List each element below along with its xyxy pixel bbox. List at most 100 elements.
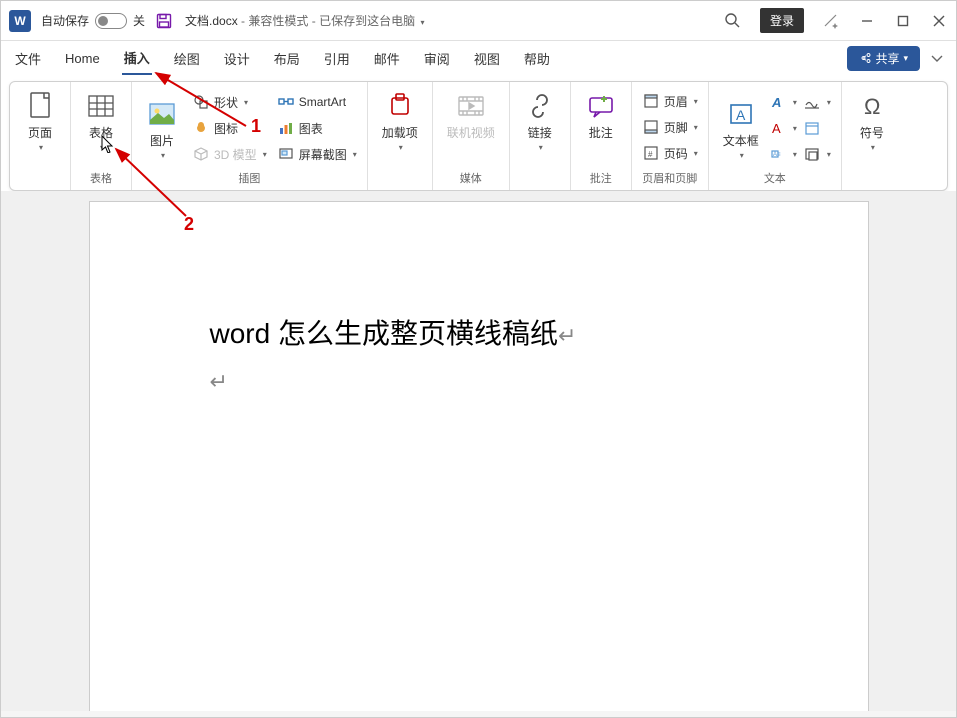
quickparts-button[interactable]: A≡▾ bbox=[769, 141, 797, 167]
tab-review[interactable]: 审阅 bbox=[422, 43, 452, 74]
svg-text:A: A bbox=[771, 95, 781, 110]
autosave-toggle[interactable]: 自动保存 关 bbox=[41, 12, 145, 29]
group-page: 页面 ▾ bbox=[10, 82, 71, 190]
tab-layout[interactable]: 布局 bbox=[272, 43, 302, 74]
chevron-down-icon: ▾ bbox=[740, 151, 744, 160]
autosave-label: 自动保存 bbox=[41, 12, 89, 29]
wordart-icon: A bbox=[769, 93, 787, 111]
footer-button[interactable]: 页脚▾ bbox=[642, 114, 698, 140]
tab-draw[interactable]: 绘图 bbox=[172, 43, 202, 74]
signature-icon bbox=[803, 93, 821, 111]
chevron-down-icon: ▾ bbox=[399, 143, 403, 152]
autosave-state: 关 bbox=[133, 12, 145, 29]
3d-icon bbox=[192, 145, 210, 163]
svg-text:#: # bbox=[648, 150, 653, 159]
link-icon bbox=[524, 90, 556, 122]
icons-button[interactable]: 图标 bbox=[192, 115, 267, 141]
svg-text:A≡: A≡ bbox=[773, 152, 781, 158]
comment-button[interactable]: 批注 bbox=[581, 88, 621, 143]
group-addins: 加载项 ▾ bbox=[368, 82, 433, 190]
date-button[interactable] bbox=[803, 115, 831, 141]
minimize-icon[interactable] bbox=[858, 12, 876, 30]
close-icon[interactable] bbox=[930, 12, 948, 30]
tab-file[interactable]: 文件 bbox=[13, 43, 43, 74]
shapes-button[interactable]: 形状▾ bbox=[192, 89, 267, 115]
toggle-switch-icon[interactable] bbox=[95, 13, 127, 29]
mic-sparkle-icon[interactable] bbox=[822, 12, 840, 30]
quickparts-icon: A≡ bbox=[769, 145, 787, 163]
login-button[interactable]: 登录 bbox=[760, 8, 804, 33]
tab-mailings[interactable]: 邮件 bbox=[372, 43, 402, 74]
symbol-button[interactable]: Ω 符号 ▾ bbox=[852, 88, 892, 154]
tab-view[interactable]: 视图 bbox=[472, 43, 502, 74]
share-button[interactable]: 共享▾ bbox=[847, 46, 920, 71]
icons-icon bbox=[192, 119, 210, 137]
tab-design[interactable]: 设计 bbox=[222, 43, 252, 74]
document-area[interactable]: word 怎么生成整页横线稿纸↵ ↵ bbox=[1, 191, 956, 711]
tab-insert[interactable]: 插入 bbox=[122, 42, 152, 75]
chart-button[interactable]: 图表 bbox=[277, 115, 357, 141]
ribbon-tabs: 文件 Home 插入 绘图 设计 布局 引用 邮件 审阅 视图 帮助 共享▾ bbox=[1, 41, 956, 75]
screenshot-icon bbox=[277, 145, 295, 163]
paragraph-mark-icon: ↵ bbox=[210, 369, 228, 394]
document-title: 文档.docx - 兼容性模式 - 已保存到这台电脑 ▾ bbox=[185, 12, 424, 29]
picture-button[interactable]: 图片 ▾ bbox=[142, 96, 182, 162]
cursor-icon bbox=[101, 135, 115, 153]
group-label-headerfooter: 页眉和页脚 bbox=[632, 170, 708, 186]
online-video-button[interactable]: 联机视频 bbox=[443, 88, 499, 143]
signature-button[interactable]: ▾ bbox=[803, 89, 831, 115]
dropcap-button[interactable]: A▾ bbox=[769, 115, 797, 141]
group-media: 联机视频 媒体 bbox=[433, 82, 510, 190]
smartart-button[interactable]: SmartArt bbox=[277, 89, 357, 115]
header-icon bbox=[642, 92, 660, 110]
document-text: word 怎么生成整页横线稿纸 bbox=[210, 318, 558, 349]
paragraph-mark-icon: ↵ bbox=[558, 323, 576, 348]
video-icon bbox=[455, 90, 487, 122]
textbox-button[interactable]: A 文本框 ▾ bbox=[719, 96, 763, 162]
group-comments: 批注 批注 bbox=[571, 82, 632, 190]
group-header-footer: 页眉▾ 页脚▾ #页码▾ 页眉和页脚 bbox=[632, 82, 709, 190]
3d-models-button[interactable]: 3D 模型▾ bbox=[192, 141, 267, 167]
group-text: A 文本框 ▾ A▾ A▾ A≡▾ ▾ ▾ 文本 bbox=[709, 82, 842, 190]
wordart-button[interactable]: A▾ bbox=[769, 89, 797, 115]
document-page[interactable]: word 怎么生成整页横线稿纸↵ ↵ bbox=[89, 201, 869, 711]
title-bar: W 自动保存 关 文档.docx - 兼容性模式 - 已保存到这台电脑 ▾ 登录 bbox=[1, 1, 956, 41]
group-label-text: 文本 bbox=[709, 170, 841, 186]
screenshot-button[interactable]: 屏幕截图▾ bbox=[277, 141, 357, 167]
page-number-button[interactable]: #页码▾ bbox=[642, 140, 698, 166]
symbol-icon: Ω bbox=[856, 90, 888, 122]
smartart-icon bbox=[277, 93, 295, 111]
footer-icon bbox=[642, 118, 660, 136]
chevron-down-icon: ▾ bbox=[871, 143, 875, 152]
tab-references[interactable]: 引用 bbox=[322, 43, 352, 74]
pagenum-icon: # bbox=[642, 144, 660, 162]
page-icon bbox=[24, 90, 56, 122]
group-symbols: Ω 符号 ▾ bbox=[842, 82, 902, 190]
group-links: 链接 ▾ bbox=[510, 82, 571, 190]
chevron-down-icon: ▾ bbox=[539, 143, 543, 152]
dropcap-icon: A bbox=[769, 119, 787, 137]
ribbon-options-icon[interactable] bbox=[930, 51, 944, 65]
chevron-down-icon: ▾ bbox=[39, 143, 43, 152]
group-label-comments: 批注 bbox=[571, 170, 631, 186]
maximize-icon[interactable] bbox=[894, 12, 912, 30]
chart-icon bbox=[277, 119, 295, 137]
header-button[interactable]: 页眉▾ bbox=[642, 88, 698, 114]
picture-icon bbox=[146, 98, 178, 130]
search-icon[interactable] bbox=[724, 12, 742, 30]
tab-home[interactable]: Home bbox=[63, 45, 102, 72]
app-icon: W bbox=[9, 10, 31, 32]
object-button[interactable]: ▾ bbox=[803, 141, 831, 167]
shapes-icon bbox=[192, 93, 210, 111]
ribbon: 页面 ▾ 表格 ▾ 表格 图片 ▾ 形状▾ 图标 3D 模型▾ SmartArt… bbox=[1, 75, 956, 191]
page-button[interactable]: 页面 ▾ bbox=[20, 88, 60, 154]
chevron-down-icon: ▾ bbox=[161, 151, 165, 160]
save-icon[interactable] bbox=[155, 12, 173, 30]
table-icon bbox=[85, 90, 117, 122]
addins-button[interactable]: 加载项 ▾ bbox=[378, 88, 422, 154]
svg-text:A: A bbox=[736, 107, 746, 123]
comment-icon bbox=[585, 90, 617, 122]
tab-help[interactable]: 帮助 bbox=[522, 43, 552, 74]
addins-icon bbox=[384, 90, 416, 122]
link-button[interactable]: 链接 ▾ bbox=[520, 88, 560, 154]
